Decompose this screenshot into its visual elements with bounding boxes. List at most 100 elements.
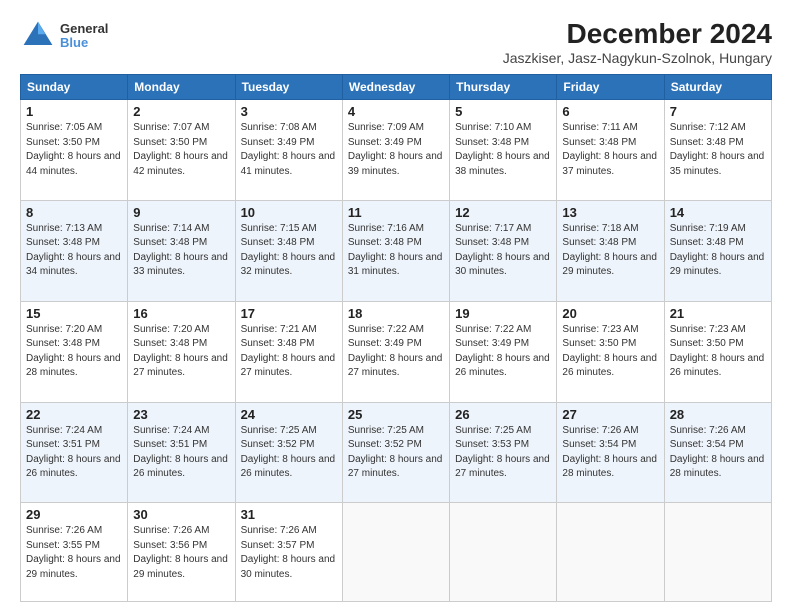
- calendar-cell: [557, 503, 664, 602]
- day-info: Sunrise: 7:26 AMSunset: 3:54 PMDaylight:…: [562, 424, 658, 482]
- weekday-header: Monday: [128, 75, 235, 100]
- day-info: Sunrise: 7:24 AMSunset: 3:51 PMDaylight:…: [133, 424, 229, 482]
- day-info: Sunrise: 7:23 AMSunset: 3:50 PMDaylight:…: [670, 323, 766, 381]
- calendar-cell: 15 Sunrise: 7:20 AMSunset: 3:48 PMDayligh…: [21, 301, 128, 402]
- day-number: 1: [26, 104, 122, 119]
- day-number: 11: [348, 205, 444, 220]
- calendar-cell: 2 Sunrise: 7:07 AMSunset: 3:50 PMDaylight…: [128, 100, 235, 201]
- logo-line2: Blue: [60, 36, 108, 50]
- calendar-cell: 1 Sunrise: 7:05 AMSunset: 3:50 PMDaylight…: [21, 100, 128, 201]
- day-number: 17: [241, 306, 337, 321]
- day-info: Sunrise: 7:12 AMSunset: 3:48 PMDaylight:…: [670, 121, 766, 179]
- calendar-cell: 31 Sunrise: 7:26 AMSunset: 3:57 PMDayligh…: [235, 503, 342, 602]
- day-number: 29: [26, 507, 122, 522]
- day-number: 19: [455, 306, 551, 321]
- day-number: 22: [26, 407, 122, 422]
- calendar-table: SundayMondayTuesdayWednesdayThursdayFrid…: [20, 74, 772, 602]
- weekday-header: Saturday: [664, 75, 771, 100]
- day-number: 31: [241, 507, 337, 522]
- day-info: Sunrise: 7:11 AMSunset: 3:48 PMDaylight:…: [562, 121, 658, 179]
- calendar-cell: 7 Sunrise: 7:12 AMSunset: 3:48 PMDaylight…: [664, 100, 771, 201]
- header: General Blue December 2024 Jaszkiser, Ja…: [20, 18, 772, 66]
- calendar-cell: 29 Sunrise: 7:26 AMSunset: 3:55 PMDayligh…: [21, 503, 128, 602]
- calendar-cell: 23 Sunrise: 7:24 AMSunset: 3:51 PMDayligh…: [128, 402, 235, 503]
- day-info: Sunrise: 7:25 AMSunset: 3:53 PMDaylight:…: [455, 424, 551, 482]
- page-title: December 2024: [503, 18, 772, 50]
- day-info: Sunrise: 7:09 AMSunset: 3:49 PMDaylight:…: [348, 121, 444, 179]
- day-info: Sunrise: 7:20 AMSunset: 3:48 PMDaylight:…: [133, 323, 229, 381]
- day-info: Sunrise: 7:14 AMSunset: 3:48 PMDaylight:…: [133, 222, 229, 280]
- day-info: Sunrise: 7:26 AMSunset: 3:55 PMDaylight:…: [26, 524, 122, 582]
- day-info: Sunrise: 7:20 AMSunset: 3:48 PMDaylight:…: [26, 323, 122, 381]
- day-number: 28: [670, 407, 766, 422]
- day-info: Sunrise: 7:22 AMSunset: 3:49 PMDaylight:…: [348, 323, 444, 381]
- calendar-cell: 20Sunrise: 7:23 AMSunset: 3:50 PMDayligh…: [557, 301, 664, 402]
- day-number: 9: [133, 205, 229, 220]
- day-info: Sunrise: 7:10 AMSunset: 3:48 PMDaylight:…: [455, 121, 551, 179]
- day-number: 2: [133, 104, 229, 119]
- day-number: 16: [133, 306, 229, 321]
- calendar-cell: 18 Sunrise: 7:22 AMSunset: 3:49 PMDayligh…: [342, 301, 449, 402]
- day-info: Sunrise: 7:18 AMSunset: 3:48 PMDaylight:…: [562, 222, 658, 280]
- day-info: Sunrise: 7:26 AMSunset: 3:56 PMDaylight:…: [133, 524, 229, 582]
- day-info: Sunrise: 7:19 AMSunset: 3:48 PMDaylight:…: [670, 222, 766, 280]
- day-number: 26: [455, 407, 551, 422]
- day-number: 23: [133, 407, 229, 422]
- logo: General Blue: [20, 18, 108, 54]
- day-info: Sunrise: 7:15 AMSunset: 3:48 PMDaylight:…: [241, 222, 337, 280]
- day-info: Sunrise: 7:13 AMSunset: 3:48 PMDaylight:…: [26, 222, 122, 280]
- calendar-cell: 6 Sunrise: 7:11 AMSunset: 3:48 PMDaylight…: [557, 100, 664, 201]
- calendar-cell: 24Sunrise: 7:25 AMSunset: 3:52 PMDayligh…: [235, 402, 342, 503]
- day-number: 30: [133, 507, 229, 522]
- calendar-cell: [450, 503, 557, 602]
- calendar-cell: 10 Sunrise: 7:15 AMSunset: 3:48 PMDayligh…: [235, 200, 342, 301]
- calendar-cell: 30 Sunrise: 7:26 AMSunset: 3:56 PMDayligh…: [128, 503, 235, 602]
- day-number: 15: [26, 306, 122, 321]
- calendar-cell: 28 Sunrise: 7:26 AMSunset: 3:54 PMDayligh…: [664, 402, 771, 503]
- day-info: Sunrise: 7:21 AMSunset: 3:48 PMDaylight:…: [241, 323, 337, 381]
- weekday-header: Thursday: [450, 75, 557, 100]
- calendar-cell: 9 Sunrise: 7:14 AMSunset: 3:48 PMDaylight…: [128, 200, 235, 301]
- day-info: Sunrise: 7:16 AMSunset: 3:48 PMDaylight:…: [348, 222, 444, 280]
- page: General Blue December 2024 Jaszkiser, Ja…: [0, 0, 792, 612]
- day-number: 21: [670, 306, 766, 321]
- calendar-cell: 4 Sunrise: 7:09 AMSunset: 3:49 PMDaylight…: [342, 100, 449, 201]
- day-number: 12: [455, 205, 551, 220]
- calendar-cell: 12 Sunrise: 7:17 AMSunset: 3:48 PMDayligh…: [450, 200, 557, 301]
- calendar-header: SundayMondayTuesdayWednesdayThursdayFrid…: [21, 75, 772, 100]
- day-info: Sunrise: 7:25 AMSunset: 3:52 PMDaylight:…: [348, 424, 444, 482]
- day-number: 8: [26, 205, 122, 220]
- day-number: 10: [241, 205, 337, 220]
- day-info: Sunrise: 7:26 AMSunset: 3:54 PMDaylight:…: [670, 424, 766, 482]
- calendar-cell: 14 Sunrise: 7:19 AMSunset: 3:48 PMDayligh…: [664, 200, 771, 301]
- page-subtitle: Jaszkiser, Jasz-Nagykun-Szolnok, Hungary: [503, 50, 772, 66]
- day-number: 25: [348, 407, 444, 422]
- day-info: Sunrise: 7:07 AMSunset: 3:50 PMDaylight:…: [133, 121, 229, 179]
- day-number: 5: [455, 104, 551, 119]
- weekday-header: Sunday: [21, 75, 128, 100]
- calendar-cell: 27Sunrise: 7:26 AMSunset: 3:54 PMDayligh…: [557, 402, 664, 503]
- day-number: 4: [348, 104, 444, 119]
- day-info: Sunrise: 7:17 AMSunset: 3:48 PMDaylight:…: [455, 222, 551, 280]
- day-info: Sunrise: 7:23 AMSunset: 3:50 PMDaylight:…: [562, 323, 658, 381]
- day-number: 3: [241, 104, 337, 119]
- calendar-cell: 16 Sunrise: 7:20 AMSunset: 3:48 PMDayligh…: [128, 301, 235, 402]
- calendar-cell: 13 Sunrise: 7:18 AMSunset: 3:48 PMDayligh…: [557, 200, 664, 301]
- weekday-header: Wednesday: [342, 75, 449, 100]
- calendar-cell: 8 Sunrise: 7:13 AMSunset: 3:48 PMDaylight…: [21, 200, 128, 301]
- logo-icon: [20, 18, 56, 54]
- day-info: Sunrise: 7:26 AMSunset: 3:57 PMDaylight:…: [241, 524, 337, 582]
- day-number: 13: [562, 205, 658, 220]
- logo-text: General Blue: [60, 22, 108, 51]
- day-number: 7: [670, 104, 766, 119]
- day-info: Sunrise: 7:05 AMSunset: 3:50 PMDaylight:…: [26, 121, 122, 179]
- day-number: 6: [562, 104, 658, 119]
- calendar-cell: 17 Sunrise: 7:21 AMSunset: 3:48 PMDayligh…: [235, 301, 342, 402]
- calendar-cell: 11 Sunrise: 7:16 AMSunset: 3:48 PMDayligh…: [342, 200, 449, 301]
- weekday-header: Tuesday: [235, 75, 342, 100]
- calendar-cell: 25 Sunrise: 7:25 AMSunset: 3:52 PMDayligh…: [342, 402, 449, 503]
- day-number: 18: [348, 306, 444, 321]
- day-number: 14: [670, 205, 766, 220]
- title-block: December 2024 Jaszkiser, Jasz-Nagykun-Sz…: [503, 18, 772, 66]
- calendar-cell: 22Sunrise: 7:24 AMSunset: 3:51 PMDayligh…: [21, 402, 128, 503]
